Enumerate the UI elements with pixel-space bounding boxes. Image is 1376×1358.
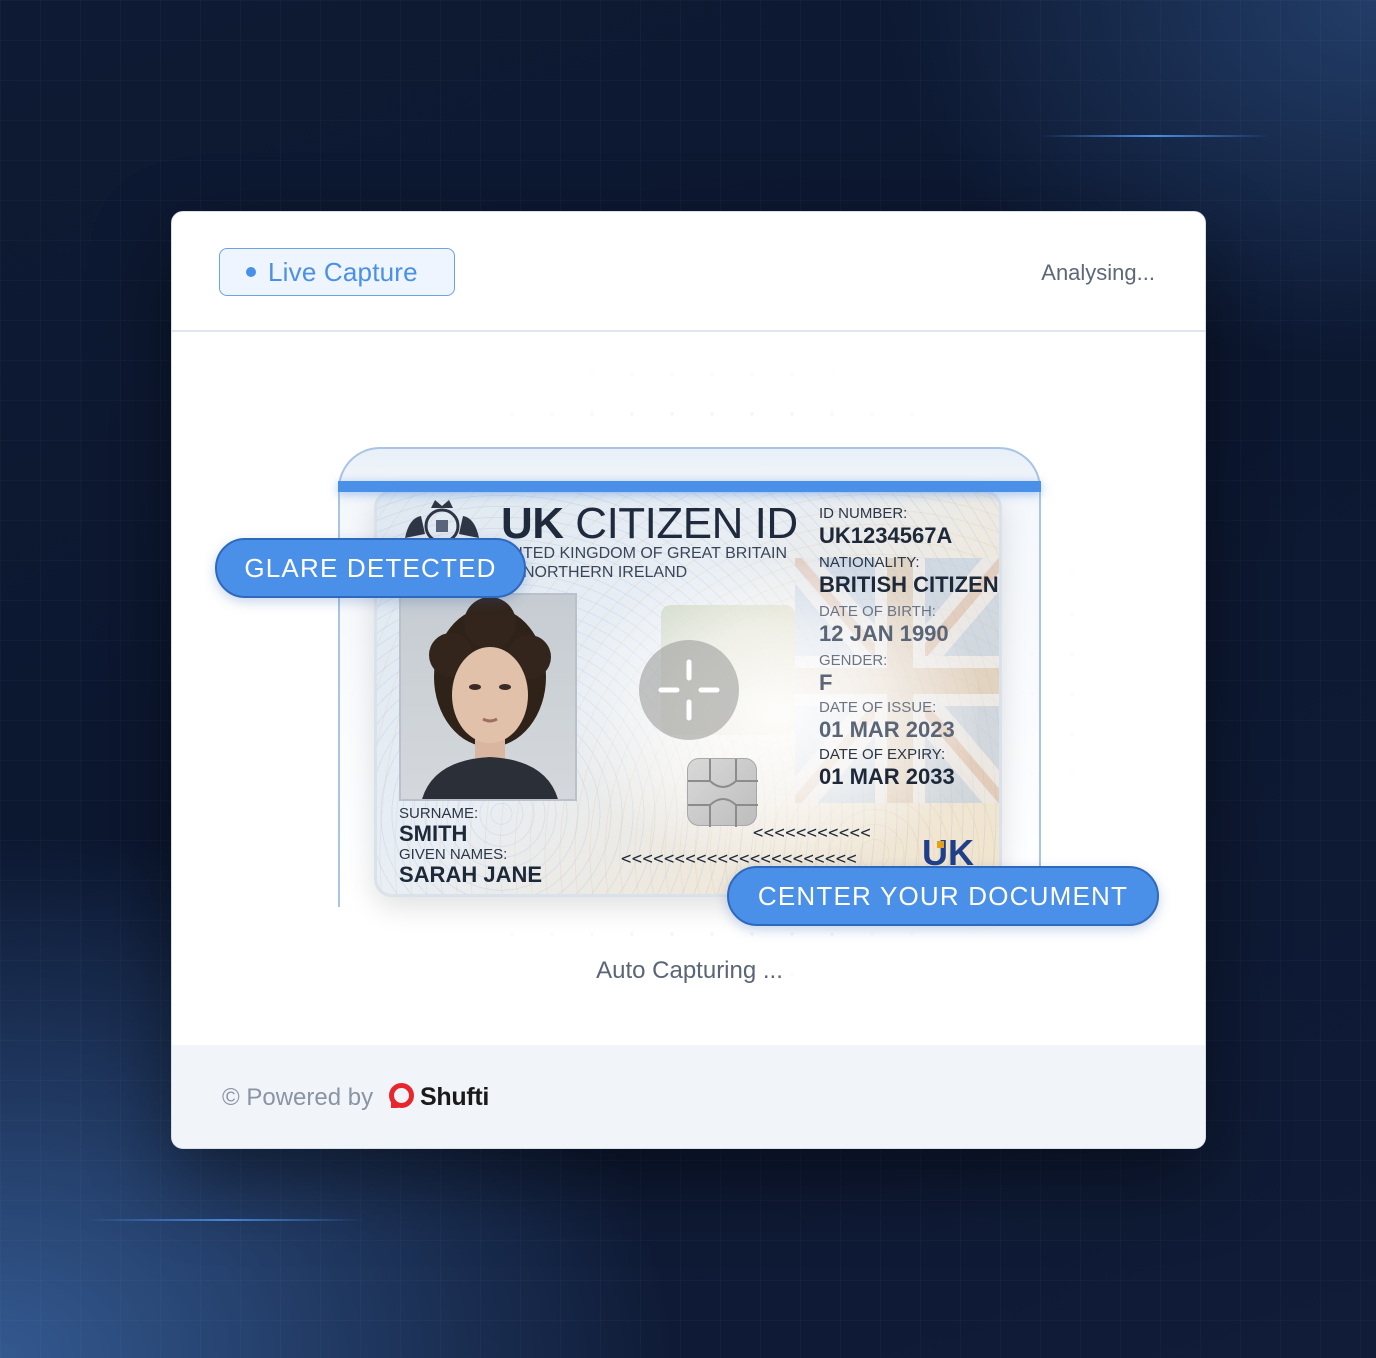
expiry-date-value: 01 MAR 2033	[819, 764, 955, 789]
uk-logo-text: UK	[922, 833, 974, 869]
capture-panel: Live Capture Analysing... UK CITIZEN ID …	[171, 211, 1206, 1149]
auto-capturing-status: Auto Capturing ...	[596, 957, 783, 984]
surname-label: SURNAME:	[399, 805, 479, 822]
decorative-line	[1040, 135, 1270, 137]
focus-crosshair-icon	[639, 640, 739, 740]
given-names-value: SARAH JANE	[399, 862, 543, 887]
live-capture-label: Live Capture	[268, 256, 418, 287]
live-capture-badge: Live Capture	[219, 248, 455, 296]
id-number-value: UK1234567A	[819, 523, 953, 548]
holder-photo	[399, 593, 577, 801]
id-number-label: ID NUMBER:	[819, 505, 908, 522]
nationality-value: BRITISH CITIZEN	[819, 572, 999, 597]
uk-logo-icon: UK	[922, 833, 974, 869]
glare-detected-alert: GLARE DETECTED	[215, 538, 526, 598]
camera-viewport: UK CITIZEN ID NITED KINGDOM OF GREAT BRI…	[172, 332, 1205, 1045]
shufti-brand-name[interactable]: Shufti	[420, 1083, 489, 1112]
scan-progress-bar	[338, 481, 1041, 492]
decorative-line	[85, 1219, 365, 1221]
gender-label: GENDER:	[819, 652, 888, 669]
dob-value: 12 JAN 1990	[819, 621, 949, 646]
surname-value: SMITH	[399, 821, 468, 846]
given-names-label: GIVEN NAMES:	[399, 846, 508, 863]
powered-by-label: © Powered by	[222, 1084, 374, 1111]
center-document-hint: CENTER YOUR DOCUMENT	[727, 866, 1159, 926]
mrz-line-1: <<<<<<<<<<<	[753, 823, 872, 843]
expiry-date-label: DATE OF EXPIRY:	[819, 746, 946, 763]
panel-footer: © Powered by Shufti	[172, 1045, 1205, 1148]
dob-label: DATE OF BIRTH:	[819, 603, 936, 620]
chip-icon	[687, 758, 758, 827]
panel-header: Live Capture Analysing...	[172, 212, 1205, 332]
shufti-logo-icon	[389, 1083, 414, 1108]
gender-value: F	[819, 670, 833, 695]
nationality-label: NATIONALITY:	[819, 554, 920, 571]
card-title: UK CITIZEN ID	[501, 499, 798, 548]
live-dot-icon	[246, 267, 256, 277]
card-issuer-line-1: NITED KINGDOM OF GREAT BRITAIN	[507, 545, 788, 562]
issue-date-label: DATE OF ISSUE:	[819, 699, 937, 716]
issue-date-value: 01 MAR 2023	[819, 717, 955, 742]
analysing-status: Analysing...	[1041, 260, 1155, 285]
